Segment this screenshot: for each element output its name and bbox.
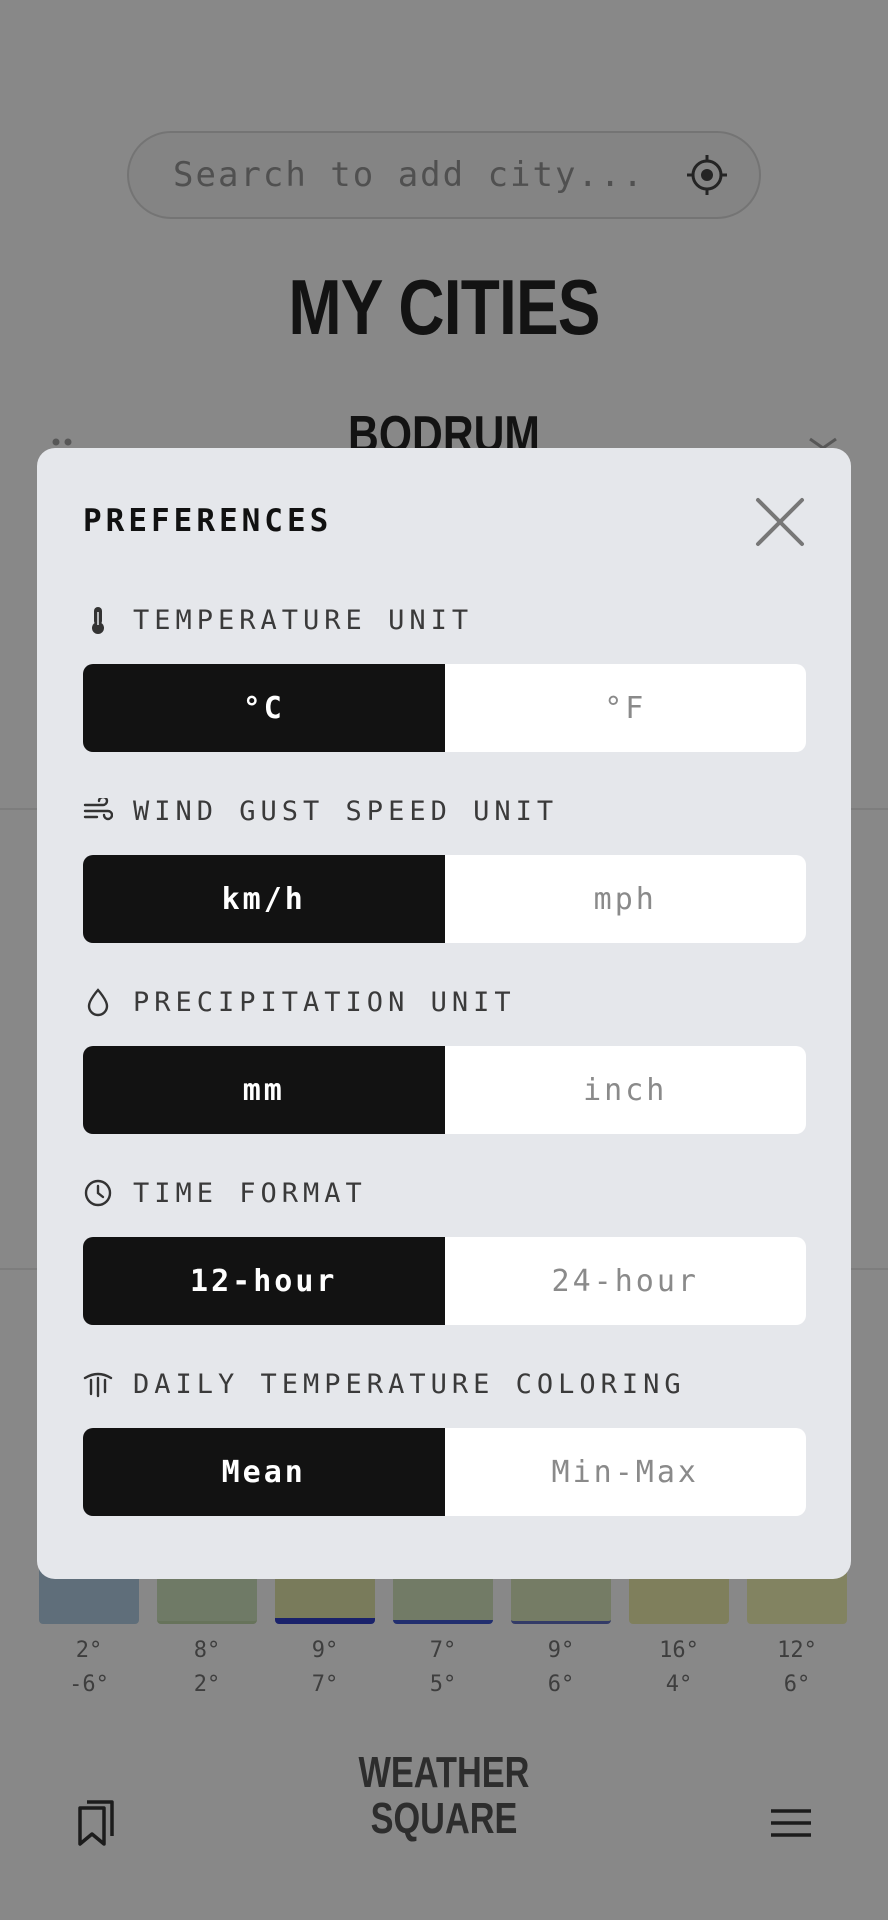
heat-waves-icon bbox=[83, 1369, 113, 1399]
temperature-unit-toggle[interactable]: °C °F bbox=[83, 664, 806, 752]
temperature-coloring-section: DAILY TEMPERATURE COLORING Mean Min-Max bbox=[83, 1356, 806, 1516]
section-label: TEMPERATURE UNIT bbox=[133, 604, 474, 636]
droplet-icon bbox=[83, 987, 113, 1017]
close-icon[interactable] bbox=[754, 496, 806, 548]
option-inch[interactable]: inch bbox=[444, 1046, 806, 1134]
option-24-hour[interactable]: 24-hour bbox=[444, 1237, 806, 1325]
section-label: DAILY TEMPERATURE COLORING bbox=[133, 1368, 686, 1400]
thermometer-icon bbox=[83, 605, 113, 635]
option-min-max[interactable]: Min-Max bbox=[444, 1428, 806, 1516]
option-mph[interactable]: mph bbox=[444, 855, 806, 943]
temperature-unit-section: TEMPERATURE UNIT °C °F bbox=[83, 592, 806, 752]
time-format-toggle[interactable]: 12-hour 24-hour bbox=[83, 1237, 806, 1325]
option-celsius[interactable]: °C bbox=[83, 664, 445, 752]
preferences-modal: PREFERENCES TEMPERATURE UNIT °C °F WIND … bbox=[37, 448, 851, 1579]
section-label: WIND GUST SPEED UNIT bbox=[133, 795, 559, 827]
precipitation-unit-section: PRECIPITATION UNIT mm inch bbox=[83, 974, 806, 1134]
wind-unit-section: WIND GUST SPEED UNIT km/h mph bbox=[83, 783, 806, 943]
wind-unit-toggle[interactable]: km/h mph bbox=[83, 855, 806, 943]
option-12-hour[interactable]: 12-hour bbox=[83, 1237, 445, 1325]
section-label: PRECIPITATION UNIT bbox=[133, 986, 516, 1018]
clock-icon bbox=[83, 1178, 113, 1208]
option-mm[interactable]: mm bbox=[83, 1046, 445, 1134]
option-fahrenheit[interactable]: °F bbox=[444, 664, 806, 752]
modal-title: PREFERENCES bbox=[83, 503, 333, 539]
option-mean[interactable]: Mean bbox=[83, 1428, 445, 1516]
section-label: TIME FORMAT bbox=[133, 1177, 367, 1209]
time-format-section: TIME FORMAT 12-hour 24-hour bbox=[83, 1165, 806, 1325]
option-kmh[interactable]: km/h bbox=[83, 855, 445, 943]
wind-icon bbox=[83, 796, 113, 826]
temperature-coloring-toggle[interactable]: Mean Min-Max bbox=[83, 1428, 806, 1516]
precipitation-unit-toggle[interactable]: mm inch bbox=[83, 1046, 806, 1134]
